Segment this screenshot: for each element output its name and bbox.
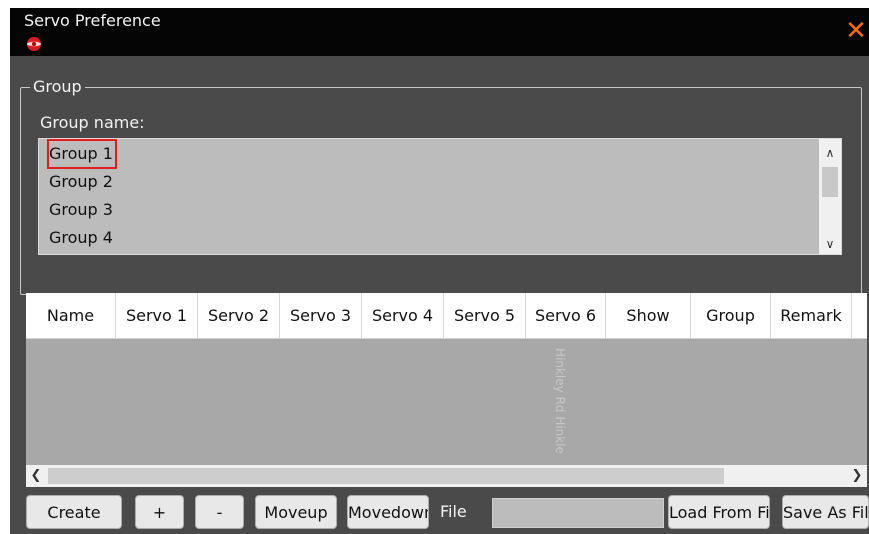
column-header[interactable]: Servo 2 (198, 293, 280, 338)
title-bar: Servo Preference ✕ (10, 8, 869, 56)
map-watermark: Hinkley Rd Hinkle (553, 348, 567, 454)
file-label: File (440, 502, 467, 521)
moveup-button[interactable]: Moveup (255, 495, 337, 529)
column-header[interactable]: Remark (771, 293, 852, 338)
column-header[interactable]: Servo 3 (280, 293, 362, 338)
chevron-left-icon[interactable]: ❮ (26, 465, 46, 487)
remove-button[interactable]: - (195, 495, 244, 529)
create-button[interactable]: Create (26, 495, 122, 529)
column-header[interactable]: Group (691, 293, 771, 338)
table-horizontal-scrollbar[interactable]: ❮ ❯ (26, 465, 867, 487)
group-list-item[interactable]: Group 4 (49, 225, 113, 251)
app-logo-icon (27, 37, 41, 51)
add-button[interactable]: + (135, 495, 184, 529)
file-path-input[interactable] (492, 498, 664, 528)
column-header[interactable]: Show (606, 293, 691, 338)
close-icon: ✕ (845, 16, 867, 46)
window-title: Servo Preference (24, 11, 161, 30)
group-list-item[interactable]: Group 2 (49, 169, 113, 195)
chevron-down-icon[interactable]: ∨ (819, 234, 841, 254)
column-header[interactable]: Servo 5 (444, 293, 526, 338)
scrollbar-thumb[interactable] (822, 167, 838, 197)
column-header[interactable]: Name (26, 293, 116, 338)
column-header[interactable]: Servo 4 (362, 293, 444, 338)
group-name-list[interactable]: Group 1 Group 2 Group 3 Group 4 (38, 138, 821, 255)
movedown-button[interactable]: Movedown (347, 495, 429, 529)
scrollbar-thumb[interactable] (48, 468, 724, 484)
column-header[interactable]: Servo 6 (526, 293, 606, 338)
group-legend: Group (30, 76, 85, 98)
chevron-up-icon[interactable]: ∧ (819, 143, 841, 163)
column-header[interactable]: Servo 1 (116, 293, 198, 338)
servo-table[interactable]: Name Servo 1 Servo 2 Servo 3 Servo 4 Ser… (26, 293, 867, 465)
group-list-scrollbar[interactable]: ∧ ∨ (819, 138, 842, 255)
servo-preference-window: Servo Preference ✕ Group Group name: Gro… (10, 8, 869, 534)
group-name-label: Group name: (40, 113, 145, 132)
close-button[interactable]: ✕ (843, 16, 869, 46)
load-from-file-button[interactable]: Load From File (668, 495, 770, 529)
save-as-file-button[interactable]: Save As File (782, 495, 869, 529)
group-list-item[interactable]: Group 3 (49, 197, 113, 223)
group-list-item[interactable]: Group 1 (47, 139, 117, 169)
chevron-right-icon[interactable]: ❯ (847, 465, 867, 487)
table-header: Name Servo 1 Servo 2 Servo 3 Servo 4 Ser… (26, 293, 867, 339)
